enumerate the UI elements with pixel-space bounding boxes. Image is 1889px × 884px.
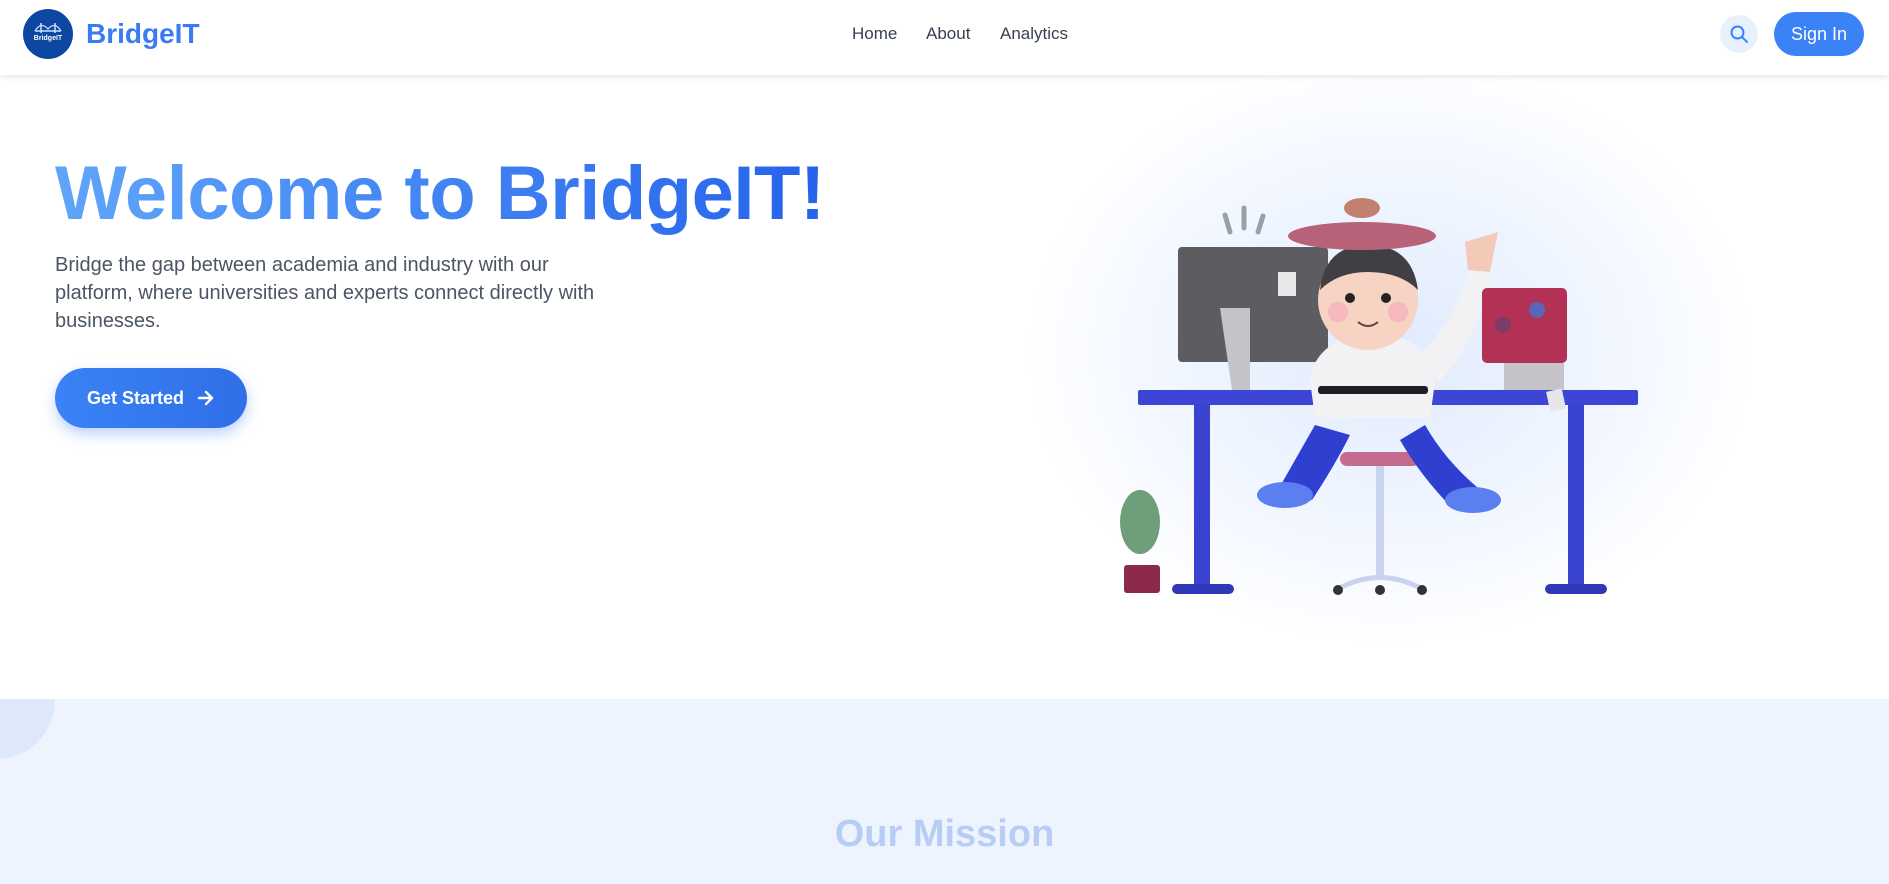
desk-leg-right <box>1568 405 1584 593</box>
chair-seat <box>1340 452 1420 466</box>
site-header: BridgeIT BridgeIT Home About Analytics S… <box>0 0 1889 75</box>
shoe-left <box>1257 482 1313 508</box>
character-hand <box>1465 232 1498 272</box>
desk-foot-left <box>1172 584 1234 594</box>
decorative-circle <box>0 699 55 759</box>
sign-in-button[interactable]: Sign In <box>1774 12 1864 56</box>
sticky-note <box>1278 272 1296 296</box>
mission-title: Our Mission <box>834 813 1055 855</box>
plant-icon <box>1120 490 1160 554</box>
bridge-icon <box>34 23 62 33</box>
laptop-icon <box>1482 288 1567 363</box>
desk-leg-left <box>1194 405 1210 593</box>
plant-pot <box>1124 565 1160 593</box>
character-arm <box>1418 265 1492 382</box>
search-button[interactable] <box>1720 15 1758 53</box>
keyboard <box>1318 386 1428 394</box>
nav-about[interactable]: About <box>926 24 970 44</box>
monitor-icon <box>1178 247 1328 362</box>
chair-post <box>1376 466 1384 576</box>
laptop-base <box>1504 363 1564 390</box>
brand-name[interactable]: BridgeIT <box>86 18 200 50</box>
arrow-right-icon <box>197 390 214 406</box>
hero-title: Welcome to BridgeIT! <box>55 151 825 236</box>
hat-icon <box>1288 222 1436 250</box>
nav-home[interactable]: Home <box>852 24 897 44</box>
shoe-right <box>1445 487 1501 513</box>
hero-illustration <box>1120 198 1638 595</box>
get-started-label: Get Started <box>87 388 185 408</box>
desk-foot-right <box>1545 584 1607 594</box>
nav-analytics[interactable]: Analytics <box>1000 24 1068 44</box>
search-icon <box>1730 25 1748 43</box>
hero-subtitle: Bridge the gap between academia and indu… <box>55 254 595 332</box>
mission-section: Our Mission <box>0 699 1889 884</box>
logo-text: BridgeIT <box>33 35 63 42</box>
get-started-button[interactable]: Get Started <box>55 368 247 428</box>
logo[interactable]: BridgeIT <box>23 9 73 59</box>
